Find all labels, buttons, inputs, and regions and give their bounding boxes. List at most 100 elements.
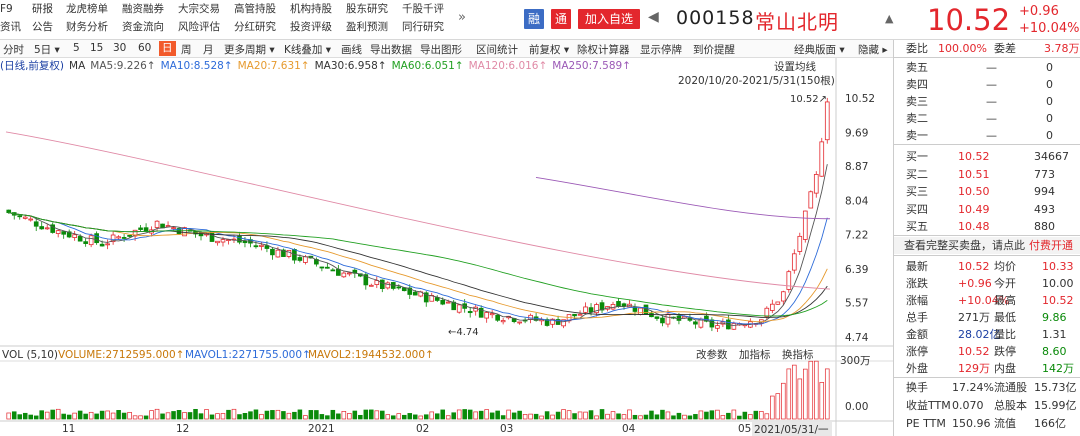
stat-value: 8.60 [1042,345,1067,358]
menu-item[interactable]: 同行研究 [402,20,460,35]
menu-item[interactable]: 分红研究 [234,20,290,35]
candle-body [456,304,462,313]
candle-body [495,314,500,321]
toolbar-item[interactable]: 日 [159,41,176,56]
full-book-row[interactable]: 查看完整买卖盘，请点此 付费开通 [894,237,1080,254]
ma5-value: MA5:9.226↑ [90,60,156,72]
plot-bg [0,58,836,436]
bid-row: 买一 10.52 34667 [894,148,1080,165]
candle-body [665,313,671,325]
volume-bar [797,378,803,420]
kline-chart[interactable]: 10.52 9.69 8.87 8.04 7.22 6.39 5.57 4.74 设置均线 202… [0,58,893,436]
toolbar-item[interactable]: 前复权 ▾ [529,42,569,57]
volume-bar [687,415,693,420]
menu-item[interactable]: 大宗交易 [178,2,234,17]
stat-value: 10.52 [958,345,990,358]
volume-bar [671,415,676,420]
volume-bar [352,410,358,420]
candle-body [802,210,808,240]
menu-item[interactable]: 公告 [32,20,66,35]
ask-price: — [986,78,997,91]
toolbar-item[interactable]: K线叠加 ▾ [284,42,331,57]
toolbar-item[interactable]: 除权计算器 [577,42,630,57]
toolbar-item[interactable]: 到价提醒 [693,42,735,57]
menu-item[interactable]: 千股千评 [402,2,460,17]
volume-bar [594,415,599,420]
alert-bell-icon[interactable]: ▲ [885,12,893,25]
margin-badge[interactable]: 融 [524,9,544,29]
candle-body [22,216,28,219]
volume-bar [358,414,363,420]
menu-item[interactable]: 财务分析 [66,20,122,35]
menu-item[interactable]: 融资融券 [122,2,178,17]
candle-body [434,297,440,301]
toolbar-item[interactable]: 导出图形 [420,42,462,57]
ask-row: 卖四 — 0 [894,76,1080,93]
volume-bar [632,414,638,420]
volume-bar [127,412,132,420]
candle-body [660,317,665,324]
toolbar-item[interactable]: 60 [138,42,151,54]
menu-item[interactable]: 风险评估 [178,20,234,35]
prev-stock-icon[interactable]: ◀ [648,9,659,25]
volume-bar [292,411,297,420]
toolbar-item[interactable]: 月 [203,42,214,57]
toolbar-item[interactable]: 30 [113,42,126,54]
toolbar-item[interactable]: 画线 [341,42,362,57]
hide-panel-button[interactable]: 隐藏 ▸ [858,42,888,57]
toolbar-item[interactable]: 分时 [3,42,24,57]
menu-item[interactable]: 研报 [32,2,66,17]
candle-body [412,291,418,296]
volume-bar [396,413,402,420]
volume-bar [325,415,330,420]
menu-item[interactable]: 资讯 [0,20,32,35]
candle-body [220,239,226,243]
more-menu-icon[interactable]: » [458,10,466,25]
menu-item[interactable]: 机构持股 [290,2,346,17]
bid-label: 买一 [906,150,928,163]
kline-svg[interactable]: 10.529.698.878.047.226.395.574.74设置均线202… [0,58,893,436]
stat-value: +0.96 [958,277,992,290]
volume-bar [286,412,292,420]
volume-bar [627,409,632,420]
layout-select[interactable]: 经典版面 ▾ [794,42,845,57]
menu-item[interactable]: 投资评级 [290,20,346,35]
toolbar-item[interactable]: 更多周期 ▾ [224,42,275,57]
x-tick-label: 11 [62,423,75,435]
volume-bar [533,413,539,420]
volume-bar [160,413,165,420]
menu-item[interactable]: 盈利预测 [346,20,402,35]
menu-item[interactable]: 高管持股 [234,2,290,17]
toolbar-item[interactable]: 周 [181,42,192,57]
volume-bar [33,415,39,420]
toolbar-item[interactable]: 5日 ▾ [34,42,60,57]
menu-item[interactable]: 龙虎榜单 [66,2,122,17]
menu-item[interactable]: 资金流向 [122,20,178,35]
toolbar-item[interactable]: 区间统计 [476,42,518,57]
toolbar-item[interactable]: 15 [90,42,103,54]
y-tick-label: 8.87 [845,161,868,173]
candle-body [72,234,77,238]
toolbar-item[interactable]: 5 [73,42,80,54]
add-watchlist-button[interactable]: 加入自选 [578,9,640,29]
volume-bar [401,414,407,420]
y-tick-label: 7.22 [845,229,868,241]
stat-value: 10.52 [958,260,990,273]
connect-badge[interactable]: 通 [551,9,571,29]
ma-label: MA [69,60,86,72]
stat-row: 金额 28.02亿 量比 1.31 [894,326,1080,343]
toolbar-item[interactable]: 显示停牌 [640,42,682,57]
candle-body [500,320,506,323]
toolbar-item[interactable]: 导出数据 [370,42,412,57]
paid-link[interactable]: 付费开通 [1029,237,1073,254]
volume-bar [176,410,182,420]
volume-bar [319,414,325,420]
volume-bar [412,414,418,420]
high-label: 10.52↗ [790,94,827,105]
menu-item[interactable]: 股东研究 [346,2,402,17]
bid-volume: 493 [1034,202,1055,216]
menu-item[interactable]: F9 [0,2,32,17]
volume-bar [171,411,176,420]
price-change: +0.96 +10.04% [1019,3,1079,37]
volume-bar [143,415,149,420]
